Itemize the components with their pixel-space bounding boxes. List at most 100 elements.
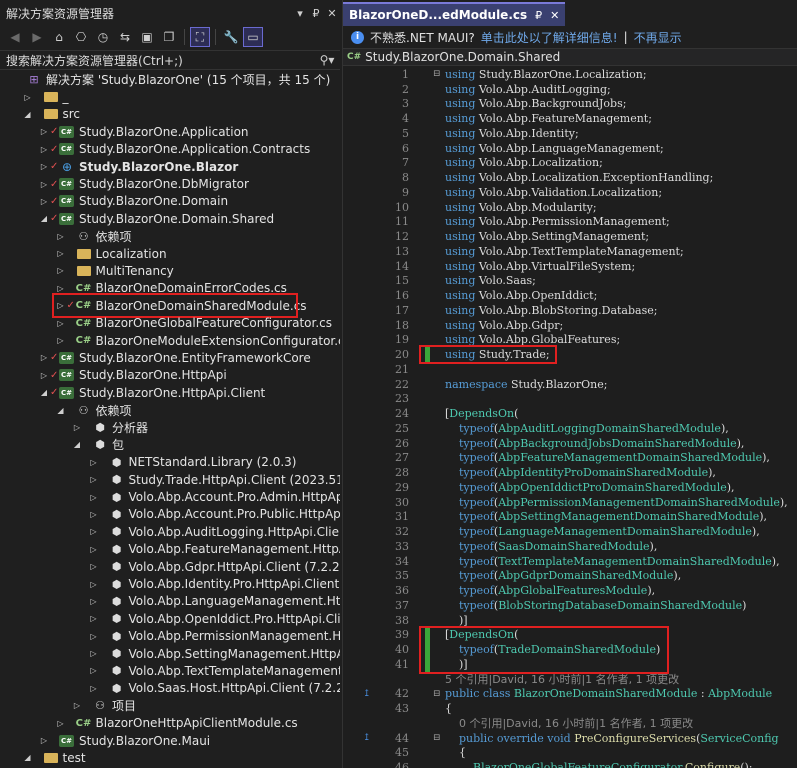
tree-item[interactable]: ▷ ⬢ Volo.Abp.FeatureManagement.HttpApi.Cli xyxy=(0,541,340,558)
fold-toggle-icon[interactable]: ⊟ xyxy=(433,69,441,79)
expand-arrow-icon[interactable]: ▷ xyxy=(39,127,49,136)
code-line[interactable]: 5 using Volo.Abp.Identity; xyxy=(343,126,797,141)
code-line[interactable]: 10 using Volo.Abp.Modularity; xyxy=(343,200,797,215)
code-line[interactable]: 2 using Volo.Abp.AuditLogging; xyxy=(343,82,797,97)
nav-project-dropdown[interactable]: Study.BlazorOne.Domain.Shared xyxy=(365,50,560,64)
tree-item[interactable]: ◢ ⚇ 依赖项 xyxy=(0,401,340,418)
expand-arrow-icon[interactable]: ▷ xyxy=(89,666,99,675)
tree-item[interactable]: ▷ ⬢ Study.Trade.HttpApi.Client (2023.51.11… xyxy=(0,471,340,488)
tree-item[interactable]: ▷ ✓ C# Study.BlazorOne.EntityFrameworkCore xyxy=(0,349,340,366)
tree-item[interactable]: ◢ test xyxy=(0,749,340,766)
search-input[interactable]: 搜索解决方案资源管理器(Ctrl+;) xyxy=(6,52,314,69)
code-line[interactable]: 43 { xyxy=(343,701,797,716)
expand-arrow-icon[interactable]: ▷ xyxy=(39,180,49,189)
code-line[interactable]: 22 namespace Study.BlazorOne; xyxy=(343,377,797,392)
tree-item[interactable]: ▷ ✓ C# Study.BlazorOne.Domain xyxy=(0,193,340,210)
properties-wrench-icon[interactable]: 🔧 xyxy=(222,28,240,46)
expand-arrow-icon[interactable]: ▷ xyxy=(39,736,49,745)
codelens-text[interactable]: 0 个引用|David, 16 小时前|1 名作者, 1 项更改 xyxy=(445,715,693,731)
tree-item[interactable]: ▷ C# BlazorOneHttpApiClientModule.cs xyxy=(0,714,340,731)
tree-item[interactable]: ▷ ⬢ Volo.Abp.SettingManagement.HttpApi.Cli xyxy=(0,645,340,662)
code-line[interactable]: 16 using Volo.Abp.OpenIddict; xyxy=(343,288,797,303)
code-line[interactable]: 3 using Volo.Abp.BackgroundJobs; xyxy=(343,97,797,112)
code-line[interactable]: 9 using Volo.Abp.Validation.Localization; xyxy=(343,185,797,200)
tree-item[interactable]: ▷ ⬢ Volo.Abp.Account.Pro.Public.HttpApi.Cl… xyxy=(0,506,340,523)
expand-arrow-icon[interactable]: ▷ xyxy=(89,510,99,519)
sync-icon[interactable]: ⎔ xyxy=(72,28,90,46)
tree-item[interactable]: ▷ ✓ ⊕ Study.BlazorOne.Blazor xyxy=(0,158,340,175)
code-line[interactable]: 18 using Volo.Abp.Gdpr; xyxy=(343,318,797,333)
search-icon[interactable]: ⚲▾ xyxy=(314,53,340,67)
tree-item[interactable]: ▷ ⬢ Volo.Abp.Identity.Pro.HttpApi.Client (… xyxy=(0,575,340,592)
tree-item[interactable]: ▷ ✓ C# Study.BlazorOne.DbMigrator xyxy=(0,175,340,192)
code-line[interactable]: 44 ↥ ⊟ public override void PreConfigureSe… xyxy=(343,731,797,746)
code-line[interactable]: 28 typeof(AbpIdentityProDomainSharedModu… xyxy=(343,465,797,480)
code-line[interactable]: 1 ⊟ using Study.BlazorOne.Localization; xyxy=(343,67,797,82)
code-line[interactable]: 13 using Volo.Abp.TextTemplateManagement; xyxy=(343,244,797,259)
tree-item[interactable]: ⊞ 解决方案 'Study.BlazorOne' (15 个项目，共 15 个) xyxy=(0,71,340,88)
collapse-all-icon[interactable]: ▣ xyxy=(138,28,156,46)
expand-arrow-icon[interactable]: ▷ xyxy=(56,249,66,258)
tree-item[interactable]: ▷ ⬢ Volo.Abp.PermissionManagement.HttpApi xyxy=(0,628,340,645)
expand-arrow-icon[interactable]: ▷ xyxy=(72,423,82,432)
history-icon[interactable]: ◷ xyxy=(94,28,112,46)
code-line[interactable]: 35 typeof(AbpGdprDomainSharedModule), xyxy=(343,569,797,584)
code-line[interactable]: 11 using Volo.Abp.PermissionManagement; xyxy=(343,215,797,230)
learn-more-link[interactable]: 单击此处以了解详细信息! xyxy=(481,29,618,46)
expand-arrow-icon[interactable]: ▷ xyxy=(39,197,49,206)
collapse-arrow-icon[interactable]: ◢ xyxy=(39,388,49,397)
code-line[interactable]: 36 typeof(AbpGlobalFeaturesModule), xyxy=(343,583,797,598)
tree-item[interactable]: ▷ _ xyxy=(0,88,340,105)
expand-arrow-icon[interactable]: ▷ xyxy=(56,266,66,275)
tree-item[interactable]: ▷ ⚇ 项目 xyxy=(0,697,340,714)
tree-item[interactable]: ◢ ⬢ 包 xyxy=(0,436,340,453)
collapse-arrow-icon[interactable]: ◢ xyxy=(72,440,82,449)
code-line[interactable]: 34 typeof(TextTemplateManagementDomainSh… xyxy=(343,554,797,569)
expand-arrow-icon[interactable]: ▷ xyxy=(56,284,66,293)
back-icon[interactable]: ◀ xyxy=(6,28,24,46)
expand-arrow-icon[interactable]: ▷ xyxy=(39,371,49,380)
collapse-arrow-icon[interactable]: ◢ xyxy=(23,110,33,119)
collapse-arrow-icon[interactable]: ◢ xyxy=(39,214,49,223)
code-line[interactable]: 7 using Volo.Abp.Localization; xyxy=(343,156,797,171)
fold-toggle-icon[interactable]: ⊟ xyxy=(433,689,441,699)
expand-arrow-icon[interactable]: ▷ xyxy=(56,336,66,345)
expand-arrow-icon[interactable]: ▷ xyxy=(89,545,99,554)
code-line[interactable]: 32 typeof(LanguageManagementDomainShared… xyxy=(343,524,797,539)
pending-changes-filter-icon[interactable]: ⛶ xyxy=(190,27,210,47)
fold-toggle-icon[interactable]: ⊟ xyxy=(433,733,441,743)
collapse-arrow-icon[interactable]: ◢ xyxy=(23,753,33,762)
collapse-arrow-icon[interactable]: ◢ xyxy=(56,406,66,415)
dropdown-icon[interactable]: ▾ xyxy=(292,7,308,20)
expand-arrow-icon[interactable]: ▷ xyxy=(89,684,99,693)
code-line[interactable]: 42 ↥ ⊟ public class BlazorOneDomainSharedMo… xyxy=(343,687,797,702)
expand-arrow-icon[interactable]: ▷ xyxy=(89,649,99,658)
code-area[interactable]: 1 ⊟ using Study.BlazorOne.Localization; 2 us… xyxy=(343,67,797,768)
expand-arrow-icon[interactable]: ▷ xyxy=(39,353,49,362)
tree-item[interactable]: ▷ Localization xyxy=(0,245,340,262)
expand-arrow-icon[interactable]: ▷ xyxy=(72,701,82,710)
tree-item[interactable]: ▷ ⬢ Volo.Abp.LanguageManagement.HttpApi. xyxy=(0,593,340,610)
tree-item[interactable]: ▷ ⬢ Volo.Abp.Gdpr.HttpApi.Client (7.2.2) xyxy=(0,558,340,575)
preview-selected-icon[interactable]: ▭ xyxy=(243,27,263,47)
switch-view-icon[interactable]: ⇆ xyxy=(116,28,134,46)
code-line[interactable]: 15 using Volo.Saas; xyxy=(343,274,797,289)
tree-item[interactable]: ▷ C# BlazorOneGlobalFeatureConfigurator.cs xyxy=(0,314,340,331)
code-line[interactable]: 46 BlazorOneGlobalFeatureConfigurator.Co… xyxy=(343,760,797,768)
expand-arrow-icon[interactable]: ▷ xyxy=(56,719,66,728)
tab-blazoronedomainsharedmodule[interactable]: BlazorOneD...edModule.cs ₽ ✕ xyxy=(343,2,566,26)
pin-icon[interactable]: ₽ xyxy=(535,9,542,22)
overrides-icon[interactable]: ↥ xyxy=(363,733,371,743)
code-line[interactable]: 17 using Volo.Abp.BlobStoring.Database; xyxy=(343,303,797,318)
tab-label[interactable]: BlazorOneD...edModule.cs xyxy=(349,8,527,22)
tree-item[interactable]: ◢ src xyxy=(0,106,340,123)
expand-arrow-icon[interactable]: ▷ xyxy=(56,319,66,328)
code-line[interactable]: 31 typeof(AbpSettingManagementDomainShar… xyxy=(343,510,797,525)
code-line[interactable]: 45 { xyxy=(343,746,797,761)
close-icon[interactable]: ✕ xyxy=(324,7,340,20)
expand-arrow-icon[interactable]: ▷ xyxy=(89,527,99,536)
tree-item[interactable]: ◢ ✓ C# Study.BlazorOne.HttpApi.Client xyxy=(0,384,340,401)
expand-arrow-icon[interactable]: ▷ xyxy=(89,475,99,484)
expand-arrow-icon[interactable]: ▷ xyxy=(89,493,99,502)
tree-item[interactable]: ▷ ✓ C# BlazorOneDomainSharedModule.cs xyxy=(0,293,340,319)
